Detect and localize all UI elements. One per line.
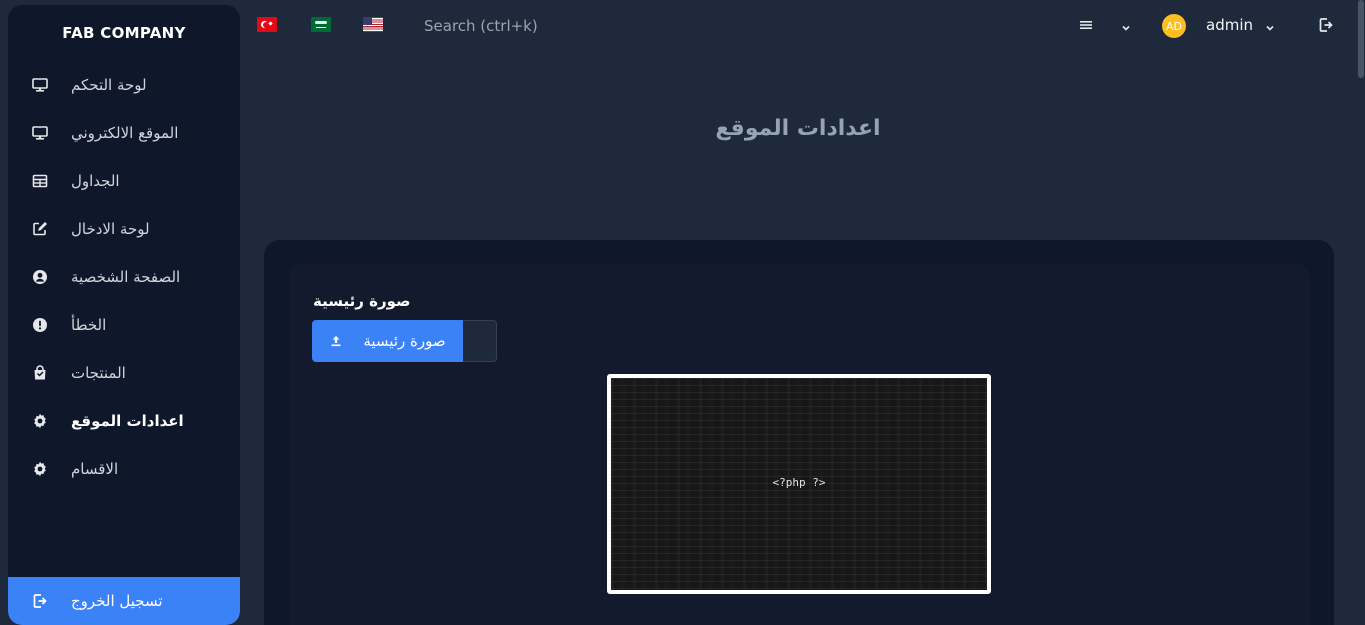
- avatar[interactable]: AD: [1162, 14, 1186, 38]
- sidebar-item-profile[interactable]: الصفحة الشخصية: [8, 253, 240, 301]
- sidebar-item-label: لوحة التحكم: [71, 76, 147, 94]
- hero-image-preview: <?php ?>: [607, 374, 991, 594]
- monitor-icon: [31, 76, 49, 94]
- upload-icon: [329, 334, 343, 348]
- page-title: اعدادات الموقع: [715, 116, 881, 141]
- username[interactable]: admin: [1206, 16, 1253, 34]
- sidebar-item-label: الموقع الالكتروني: [71, 124, 179, 142]
- sidebar-item-error[interactable]: الخطأ: [8, 301, 240, 349]
- sidebar-item-label: اعدادات الموقع: [71, 412, 184, 430]
- brand-logo: FAB COMPANY: [62, 24, 186, 42]
- language-tr-flag[interactable]: [257, 17, 277, 32]
- sidebar-item-dashboard[interactable]: لوحة التحكم: [8, 61, 240, 109]
- hero-image-upload: صورة رئيسية: [312, 320, 497, 362]
- logout-icon[interactable]: [1318, 17, 1334, 33]
- logout-icon: [31, 592, 49, 610]
- sidebar-item-sections[interactable]: الاقسام: [8, 445, 240, 493]
- language-us-flag[interactable]: [363, 17, 383, 32]
- preview-code-text: <?php ?>: [772, 476, 826, 489]
- sidebar: FAB COMPANY لوحة التحكم الموقع الالكترون…: [8, 5, 240, 625]
- gear-icon: [31, 412, 49, 430]
- upload-button-label: صورة رئيسية: [363, 332, 446, 350]
- edit-icon: [31, 220, 49, 238]
- sidebar-item-label: الجداول: [71, 172, 120, 190]
- sidebar-item-website[interactable]: الموقع الالكتروني: [8, 109, 240, 157]
- flag-script: [315, 21, 327, 24]
- hamburger-menu-icon[interactable]: [1078, 17, 1094, 33]
- logout-label: تسجيل الخروج: [71, 592, 163, 610]
- shopping-bag-icon: [31, 364, 49, 382]
- sidebar-item-label: لوحة الادخال: [71, 220, 150, 238]
- search-input[interactable]: Search (ctrl+k): [424, 17, 538, 35]
- chevron-down-icon[interactable]: [1264, 19, 1276, 31]
- table-icon: [31, 172, 49, 190]
- alert-icon: [31, 316, 49, 334]
- sidebar-item-label: الخطأ: [71, 316, 107, 334]
- upload-button[interactable]: صورة رئيسية: [312, 320, 463, 362]
- sidebar-item-label: المنتجات: [71, 364, 126, 382]
- flag-sword: [316, 27, 326, 28]
- sidebar-item-products[interactable]: المنتجات: [8, 349, 240, 397]
- chevron-down-icon[interactable]: [1120, 19, 1132, 31]
- star-shape: [268, 21, 273, 26]
- sidebar-logout-button[interactable]: تسجيل الخروج: [8, 577, 240, 625]
- sidebar-item-tables[interactable]: الجداول: [8, 157, 240, 205]
- gear-icon: [31, 460, 49, 478]
- user-circle-icon: [31, 268, 49, 286]
- scrollbar[interactable]: [1356, 0, 1365, 625]
- scrollbar-thumb[interactable]: [1358, 0, 1364, 78]
- sidebar-item-label: الصفحة الشخصية: [71, 268, 181, 286]
- flag-canton: [363, 17, 372, 25]
- language-sa-flag[interactable]: [311, 17, 331, 32]
- sidebar-item-input-panel[interactable]: لوحة الادخال: [8, 205, 240, 253]
- file-name-field[interactable]: [463, 320, 497, 362]
- sidebar-item-site-settings[interactable]: اعدادات الموقع: [8, 397, 240, 445]
- sidebar-nav: لوحة التحكم الموقع الالكتروني الجداول لو…: [8, 61, 240, 493]
- sidebar-item-label: الاقسام: [71, 460, 119, 478]
- monitor-icon: [31, 124, 49, 142]
- hero-image-label: صورة رئيسية: [313, 292, 411, 310]
